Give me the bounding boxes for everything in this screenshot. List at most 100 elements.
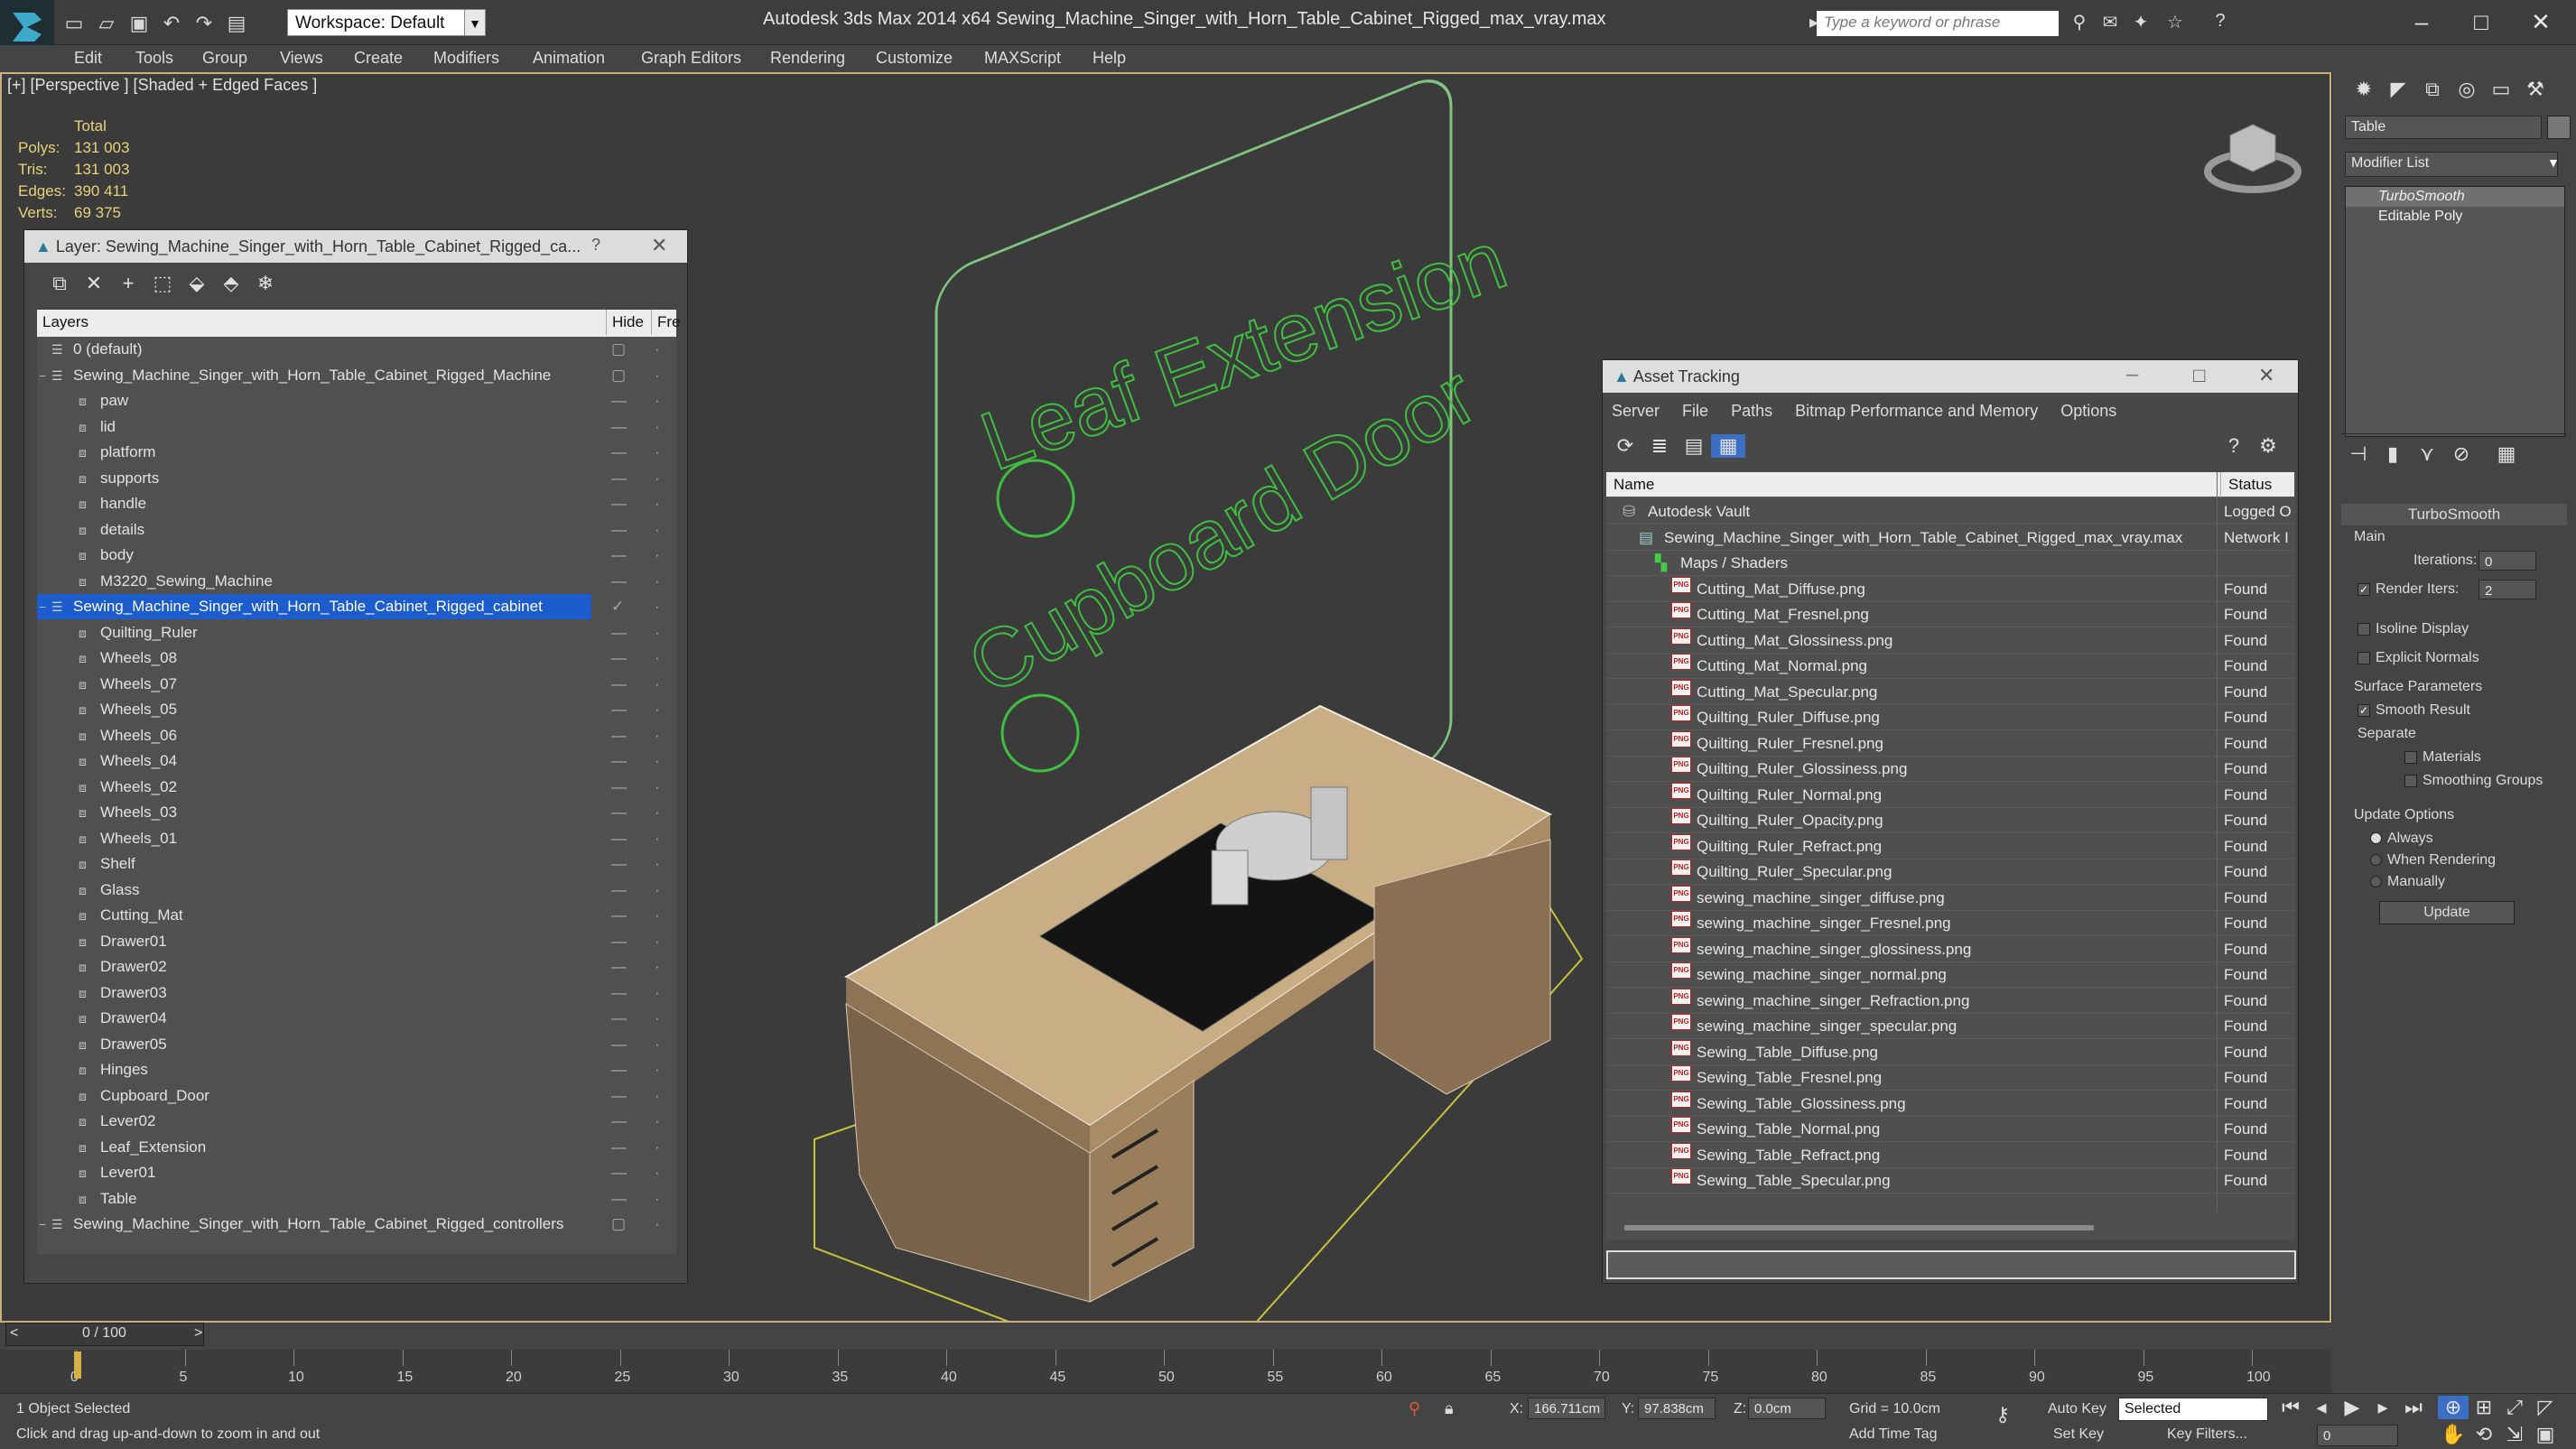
- freeze-toggle[interactable]: ·: [655, 388, 673, 413]
- asset-row[interactable]: PNG Cutting_Mat_Specular.png Found: [1606, 679, 2294, 705]
- workspace-dropdown[interactable]: Workspace: Default: [287, 9, 486, 36]
- freeze-toggle[interactable]: ·: [655, 775, 673, 800]
- isoline-checkbox[interactable]: [2357, 622, 2370, 636]
- hide-toggle[interactable]: —: [611, 1135, 647, 1160]
- layer-manager-title[interactable]: ▲ Layer: Sewing_Machine_Singer_with_Horn…: [24, 230, 687, 263]
- object-row[interactable]: ⧈ Leaf_Extension: [37, 1135, 676, 1160]
- zoom-icon[interactable]: ⊕: [2438, 1396, 2469, 1419]
- undo-icon[interactable]: ↶: [157, 10, 186, 37]
- freeze-toggle[interactable]: ·: [655, 929, 673, 954]
- object-row[interactable]: ⧈ Drawer04: [37, 1006, 676, 1031]
- freeze-toggle[interactable]: ·: [655, 954, 673, 980]
- select-layer-icon[interactable]: ⬙: [180, 272, 214, 295]
- key-icon[interactable]: ⚷: [1995, 1403, 2010, 1426]
- stack-item-turbosmooth[interactable]: TurboSmooth: [2346, 187, 2564, 207]
- freeze-toggle[interactable]: ·: [655, 491, 673, 516]
- help-icon[interactable]: ?: [2207, 11, 2234, 36]
- auto-key-button[interactable]: Auto Key: [2048, 1401, 2106, 1417]
- object-row[interactable]: ⧈ Shelf: [37, 851, 676, 877]
- object-row[interactable]: ⧈ details: [37, 517, 676, 543]
- asset-row[interactable]: PNG Quilting_Ruler_Opacity.png Found: [1606, 808, 2294, 833]
- hide-toggle[interactable]: —: [611, 569, 647, 594]
- hide-toggle[interactable]: —: [611, 543, 647, 568]
- asset-row[interactable]: ▤ Sewing_Machine_Singer_with_Horn_Table_C…: [1606, 525, 2294, 551]
- z-coordinate-field[interactable]: 0.0cm: [1748, 1398, 1826, 1419]
- asset-row[interactable]: PNG Quilting_Ruler_Fresnel.png Found: [1606, 730, 2294, 757]
- refresh-icon[interactable]: ⟳: [1608, 434, 1642, 458]
- hide-toggle[interactable]: —: [611, 697, 647, 722]
- asset-row[interactable]: ▚ Maps / Shaders: [1606, 551, 2294, 576]
- hide-toggle[interactable]: —: [611, 1006, 647, 1031]
- new-file-icon[interactable]: ▭: [60, 10, 88, 37]
- hide-toggle[interactable]: —: [611, 826, 647, 851]
- expand-toggle-icon[interactable]: −: [39, 1212, 46, 1237]
- asset-path-field[interactable]: [1606, 1250, 2296, 1279]
- update-button[interactable]: Update: [2379, 901, 2515, 924]
- list-view-icon[interactable]: ≣: [1642, 434, 1677, 458]
- object-row[interactable]: ⧈ Drawer03: [37, 980, 676, 1006]
- object-row[interactable]: ⧈ Wheels_08: [37, 646, 676, 671]
- menu-graph-editors[interactable]: Graph Editors: [641, 49, 741, 68]
- hide-toggle[interactable]: —: [611, 954, 647, 980]
- object-row[interactable]: ⧈ Wheels_05: [37, 697, 676, 722]
- display-tab-icon[interactable]: ▭: [2484, 78, 2518, 101]
- object-row[interactable]: ⧈ Quilting_Ruler: [37, 620, 676, 646]
- layer-row[interactable]: ☰ Sewing_Machine_Singer_with_Horn_Table_C…: [37, 1212, 676, 1237]
- go-to-end-icon[interactable]: ⏭: [2398, 1396, 2429, 1419]
- freeze-toggle[interactable]: ·: [655, 440, 673, 465]
- asset-row[interactable]: PNG Cutting_Mat_Fresnel.png Found: [1606, 602, 2294, 627]
- menu-tools[interactable]: Tools: [135, 49, 173, 68]
- column-status[interactable]: Status: [2220, 472, 2272, 497]
- asset-row[interactable]: PNG Quilting_Ruler_Glossiness.png Found: [1606, 757, 2294, 782]
- object-row[interactable]: ⧈ paw: [37, 388, 676, 413]
- vault-icon[interactable]: ⚙: [2251, 434, 2285, 458]
- favorites-icon[interactable]: ☆: [2162, 11, 2189, 36]
- menu-modifiers[interactable]: Modifiers: [433, 49, 499, 68]
- stack-item-editable-poly[interactable]: Editable Poly: [2346, 207, 2564, 227]
- freeze-toggle[interactable]: ·: [655, 1032, 673, 1057]
- asset-row[interactable]: PNG Sewing_Table_Fresnel.png Found: [1606, 1065, 2294, 1091]
- hide-toggle[interactable]: ▢: [611, 1212, 647, 1237]
- binoculars-icon[interactable]: ⚲: [2066, 11, 2093, 36]
- freeze-toggle[interactable]: ·: [655, 723, 673, 748]
- asset-menu-file[interactable]: File: [1682, 402, 1708, 420]
- asset-row[interactable]: PNG Sewing_Table_Specular.png Found: [1606, 1168, 2294, 1194]
- object-row[interactable]: ⧈ M3220_Sewing_Machine: [37, 569, 676, 594]
- hide-toggle[interactable]: —: [611, 440, 647, 465]
- hide-toggle[interactable]: —: [611, 1057, 647, 1082]
- asset-menu-server[interactable]: Server: [1612, 402, 1660, 420]
- chevron-down-icon[interactable]: ▼: [464, 9, 486, 36]
- rollout-turbosmooth[interactable]: TurboSmooth: [2341, 504, 2567, 525]
- hide-toggle[interactable]: —: [611, 1109, 647, 1134]
- subscription-icon[interactable]: ✦: [2127, 11, 2154, 36]
- freeze-toggle[interactable]: ·: [655, 1135, 673, 1160]
- freeze-toggle[interactable]: ·: [655, 851, 673, 877]
- object-row[interactable]: ⧈ Drawer02: [37, 954, 676, 980]
- key-filters-button[interactable]: Key Filters...: [2167, 1426, 2247, 1443]
- object-row[interactable]: ⧈ Wheels_04: [37, 748, 676, 774]
- utilities-tab-icon[interactable]: ⚒: [2518, 78, 2553, 101]
- freeze-toggle[interactable]: ·: [655, 1212, 673, 1237]
- object-row[interactable]: ⧈ Wheels_07: [37, 672, 676, 697]
- freeze-toggle[interactable]: ·: [655, 1006, 673, 1031]
- column-freeze[interactable]: Fre: [651, 310, 681, 335]
- freeze-toggle[interactable]: ·: [655, 466, 673, 491]
- always-radio[interactable]: [2370, 832, 2382, 845]
- zoom-all-icon[interactable]: ⊞: [2469, 1396, 2499, 1419]
- menu-customize[interactable]: Customize: [876, 49, 953, 68]
- asset-row[interactable]: PNG sewing_machine_singer_normal.png Found: [1606, 962, 2294, 988]
- hide-toggle[interactable]: —: [611, 1083, 647, 1109]
- object-row[interactable]: ⧈ Wheels_02: [37, 775, 676, 800]
- asset-row[interactable]: PNG Sewing_Table_Diffuse.png Found: [1606, 1039, 2294, 1065]
- asset-row[interactable]: PNG Sewing_Table_Normal.png Found: [1606, 1117, 2294, 1142]
- close-icon[interactable]: ✕: [2258, 364, 2274, 387]
- smooth-result-checkbox[interactable]: ✓: [2357, 703, 2370, 717]
- smoothing-groups-checkbox[interactable]: [2404, 774, 2417, 787]
- add-time-tag[interactable]: Add Time Tag: [1849, 1426, 1938, 1443]
- configure-sets-icon[interactable]: ▦: [2489, 442, 2524, 466]
- freeze-toggle[interactable]: ·: [655, 980, 673, 1006]
- add-to-layer-icon[interactable]: +: [111, 272, 145, 295]
- freeze-toggle[interactable]: ·: [655, 697, 673, 722]
- render-iters-checkbox[interactable]: ✓: [2357, 582, 2370, 596]
- render-iters-spinner[interactable]: 2: [2478, 580, 2536, 599]
